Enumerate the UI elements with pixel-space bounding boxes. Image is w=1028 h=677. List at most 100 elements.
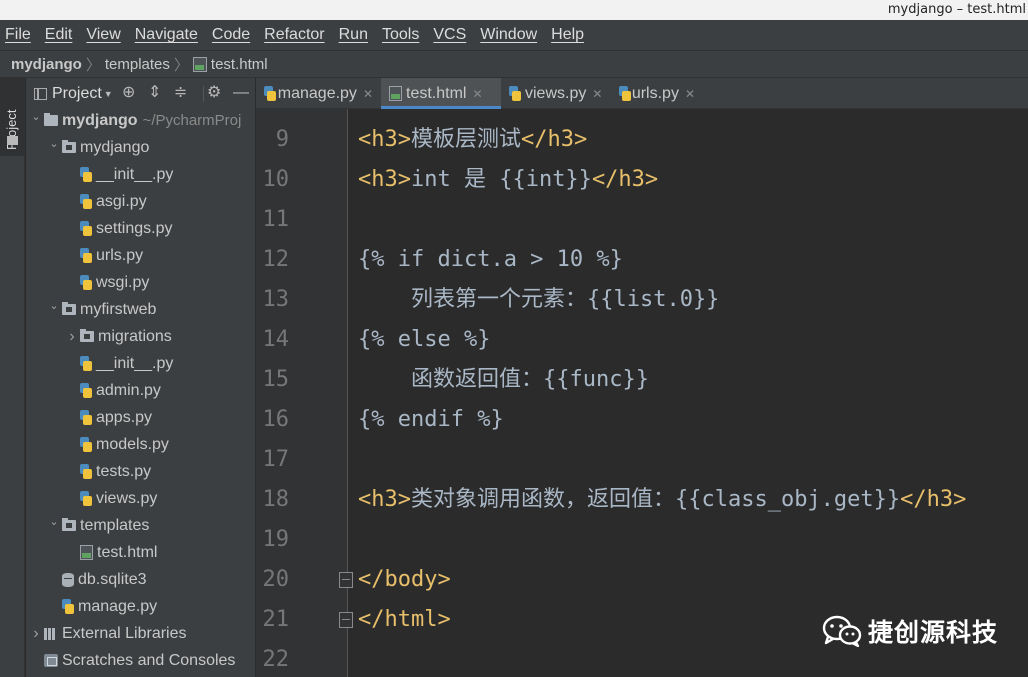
folder-icon [62,140,76,153]
line-number: 15 [262,367,290,392]
collapse-all-icon[interactable]: ≑ [174,84,187,102]
menu-refactor[interactable]: Refactor [264,26,324,44]
tree-item[interactable]: ⌄ mydjango ~/PycharmProj [26,107,255,134]
template-text-token: {% endif %} [358,407,504,432]
tree-item[interactable]: ⌄ templates [26,512,255,539]
tree-item[interactable]: test.html [26,539,255,566]
tree-item[interactable]: db.sqlite3 [26,566,255,593]
window-title: mydjango – test.html [887,2,1026,17]
html-file-icon [389,86,402,101]
tree-item-label: mydjango [62,111,138,129]
python-file-icon [80,410,92,425]
tab-test-html[interactable]: test.html ✕ [381,78,501,109]
menu-help[interactable]: Help [551,26,584,44]
python-file-icon [80,167,92,182]
chevron-down-icon[interactable]: ⌄ [48,137,60,150]
tree-item-label: Scratches and Consoles [62,651,236,669]
tree-item[interactable]: wsgi.py [26,269,255,296]
tab-label: views.py [525,84,587,102]
folder-icon [7,136,18,145]
menu-view[interactable]: View [86,26,120,44]
library-icon [44,627,58,640]
menu-vcs[interactable]: VCS [433,26,466,44]
breadcrumb-file[interactable]: test.html [192,56,268,73]
tree-item[interactable]: ⌄ myfirstweb [26,296,255,323]
tree-item[interactable]: apps.py [26,404,255,431]
line-number: 17 [262,447,290,472]
tree-item[interactable]: manage.py [26,593,255,620]
tree-item[interactable]: tests.py [26,458,255,485]
tree-item-label: apps.py [96,408,153,426]
tree-item[interactable]: admin.py [26,377,255,404]
menu-tools[interactable]: Tools [382,26,419,44]
chevron-down-icon[interactable]: ⌄ [48,515,60,528]
close-icon[interactable]: ✕ [472,87,482,101]
fold-marker-icon[interactable] [339,572,353,588]
scratches-icon [44,654,58,667]
line-number: 16 [262,407,290,432]
tree-item-label: views.py [96,489,158,507]
project-tool-tab[interactable]: Project [0,78,25,156]
tree-item[interactable]: › External Libraries [26,620,255,647]
close-icon[interactable]: ✕ [592,87,602,101]
python-file-icon [80,275,92,290]
code-line: {% endif %} [358,400,504,440]
tree-item-label: __init__.py [96,165,174,183]
expand-all-icon[interactable]: ⇕ [148,84,161,102]
code-line: {% else %} [358,320,490,360]
folder-icon [62,302,76,315]
tab-manage-py[interactable]: manage.py ✕ [256,78,381,109]
menu-edit[interactable]: Edit [45,26,73,44]
menu-window[interactable]: Window [480,26,537,44]
locate-file-icon[interactable]: ⊕ [122,84,135,102]
menu-file[interactable]: File [5,26,31,44]
html-file-icon [80,545,93,560]
chevron-down-icon[interactable]: ⌄ [48,299,60,312]
close-icon[interactable]: ✕ [363,87,373,101]
html-tag-token: </h3> [521,127,588,152]
tree-item[interactable]: asgi.py [26,188,255,215]
close-icon[interactable]: ✕ [685,87,695,101]
breadcrumb-folder[interactable]: templates [105,56,170,73]
tree-item[interactable]: models.py [26,431,255,458]
hide-panel-icon[interactable]: — [233,84,249,102]
tree-item-label: tests.py [96,462,152,480]
menu-bar: File Edit View Navigate Code Refactor Run Tools… [0,20,1028,50]
tree-item[interactable]: views.py [26,485,255,512]
chevron-right-icon[interactable]: › [30,625,42,643]
gear-icon[interactable]: ⚙ [207,84,221,102]
template-text-token: int 是 {{int}} [410,167,592,192]
html-tag-token: </body> [358,567,451,592]
tab-urls-py[interactable]: urls.py ✕ [611,78,703,109]
dropdown-caret-icon[interactable]: ▼ [104,89,113,99]
template-text-token: {% if dict.a > 10 %} [358,247,623,272]
tree-item[interactable]: urls.py [26,242,255,269]
menu-run[interactable]: Run [339,26,368,44]
menu-code[interactable]: Code [212,26,250,44]
tree-item[interactable]: settings.py [26,215,255,242]
breadcrumb-root[interactable]: mydjango [11,56,82,73]
tree-item-label: templates [80,516,150,534]
tree-item[interactable]: __init__.py [26,161,255,188]
line-number: 14 [262,327,290,352]
python-file-icon [80,248,92,263]
tree-item[interactable]: ⌄ mydjango [26,134,255,161]
chevron-right-icon[interactable]: › [66,328,78,346]
python-file-icon [80,383,92,398]
tree-item[interactable]: Scratches and Consoles [26,647,255,674]
menu-navigate[interactable]: Navigate [135,26,198,44]
tree-item-label: wsgi.py [96,273,150,291]
tree-item[interactable]: __init__.py [26,350,255,377]
python-file-icon [80,464,92,479]
line-number: 12 [262,247,290,272]
project-panel: Project ▼ ⊕ ⇕ ≑ ⚙ — ⌄ mydjango ~/PycharmPr… [26,78,255,677]
tree-item-label: myfirstweb [80,300,157,318]
line-number: 11 [262,207,290,232]
project-view-selector[interactable]: Project [52,85,102,103]
python-file-icon [264,86,276,101]
tree-item[interactable]: › migrations [26,323,255,350]
fold-marker-icon[interactable] [339,612,353,628]
python-file-icon [509,86,521,101]
chevron-down-icon[interactable]: ⌄ [30,110,42,123]
tab-views-py[interactable]: views.py ✕ [501,78,611,109]
